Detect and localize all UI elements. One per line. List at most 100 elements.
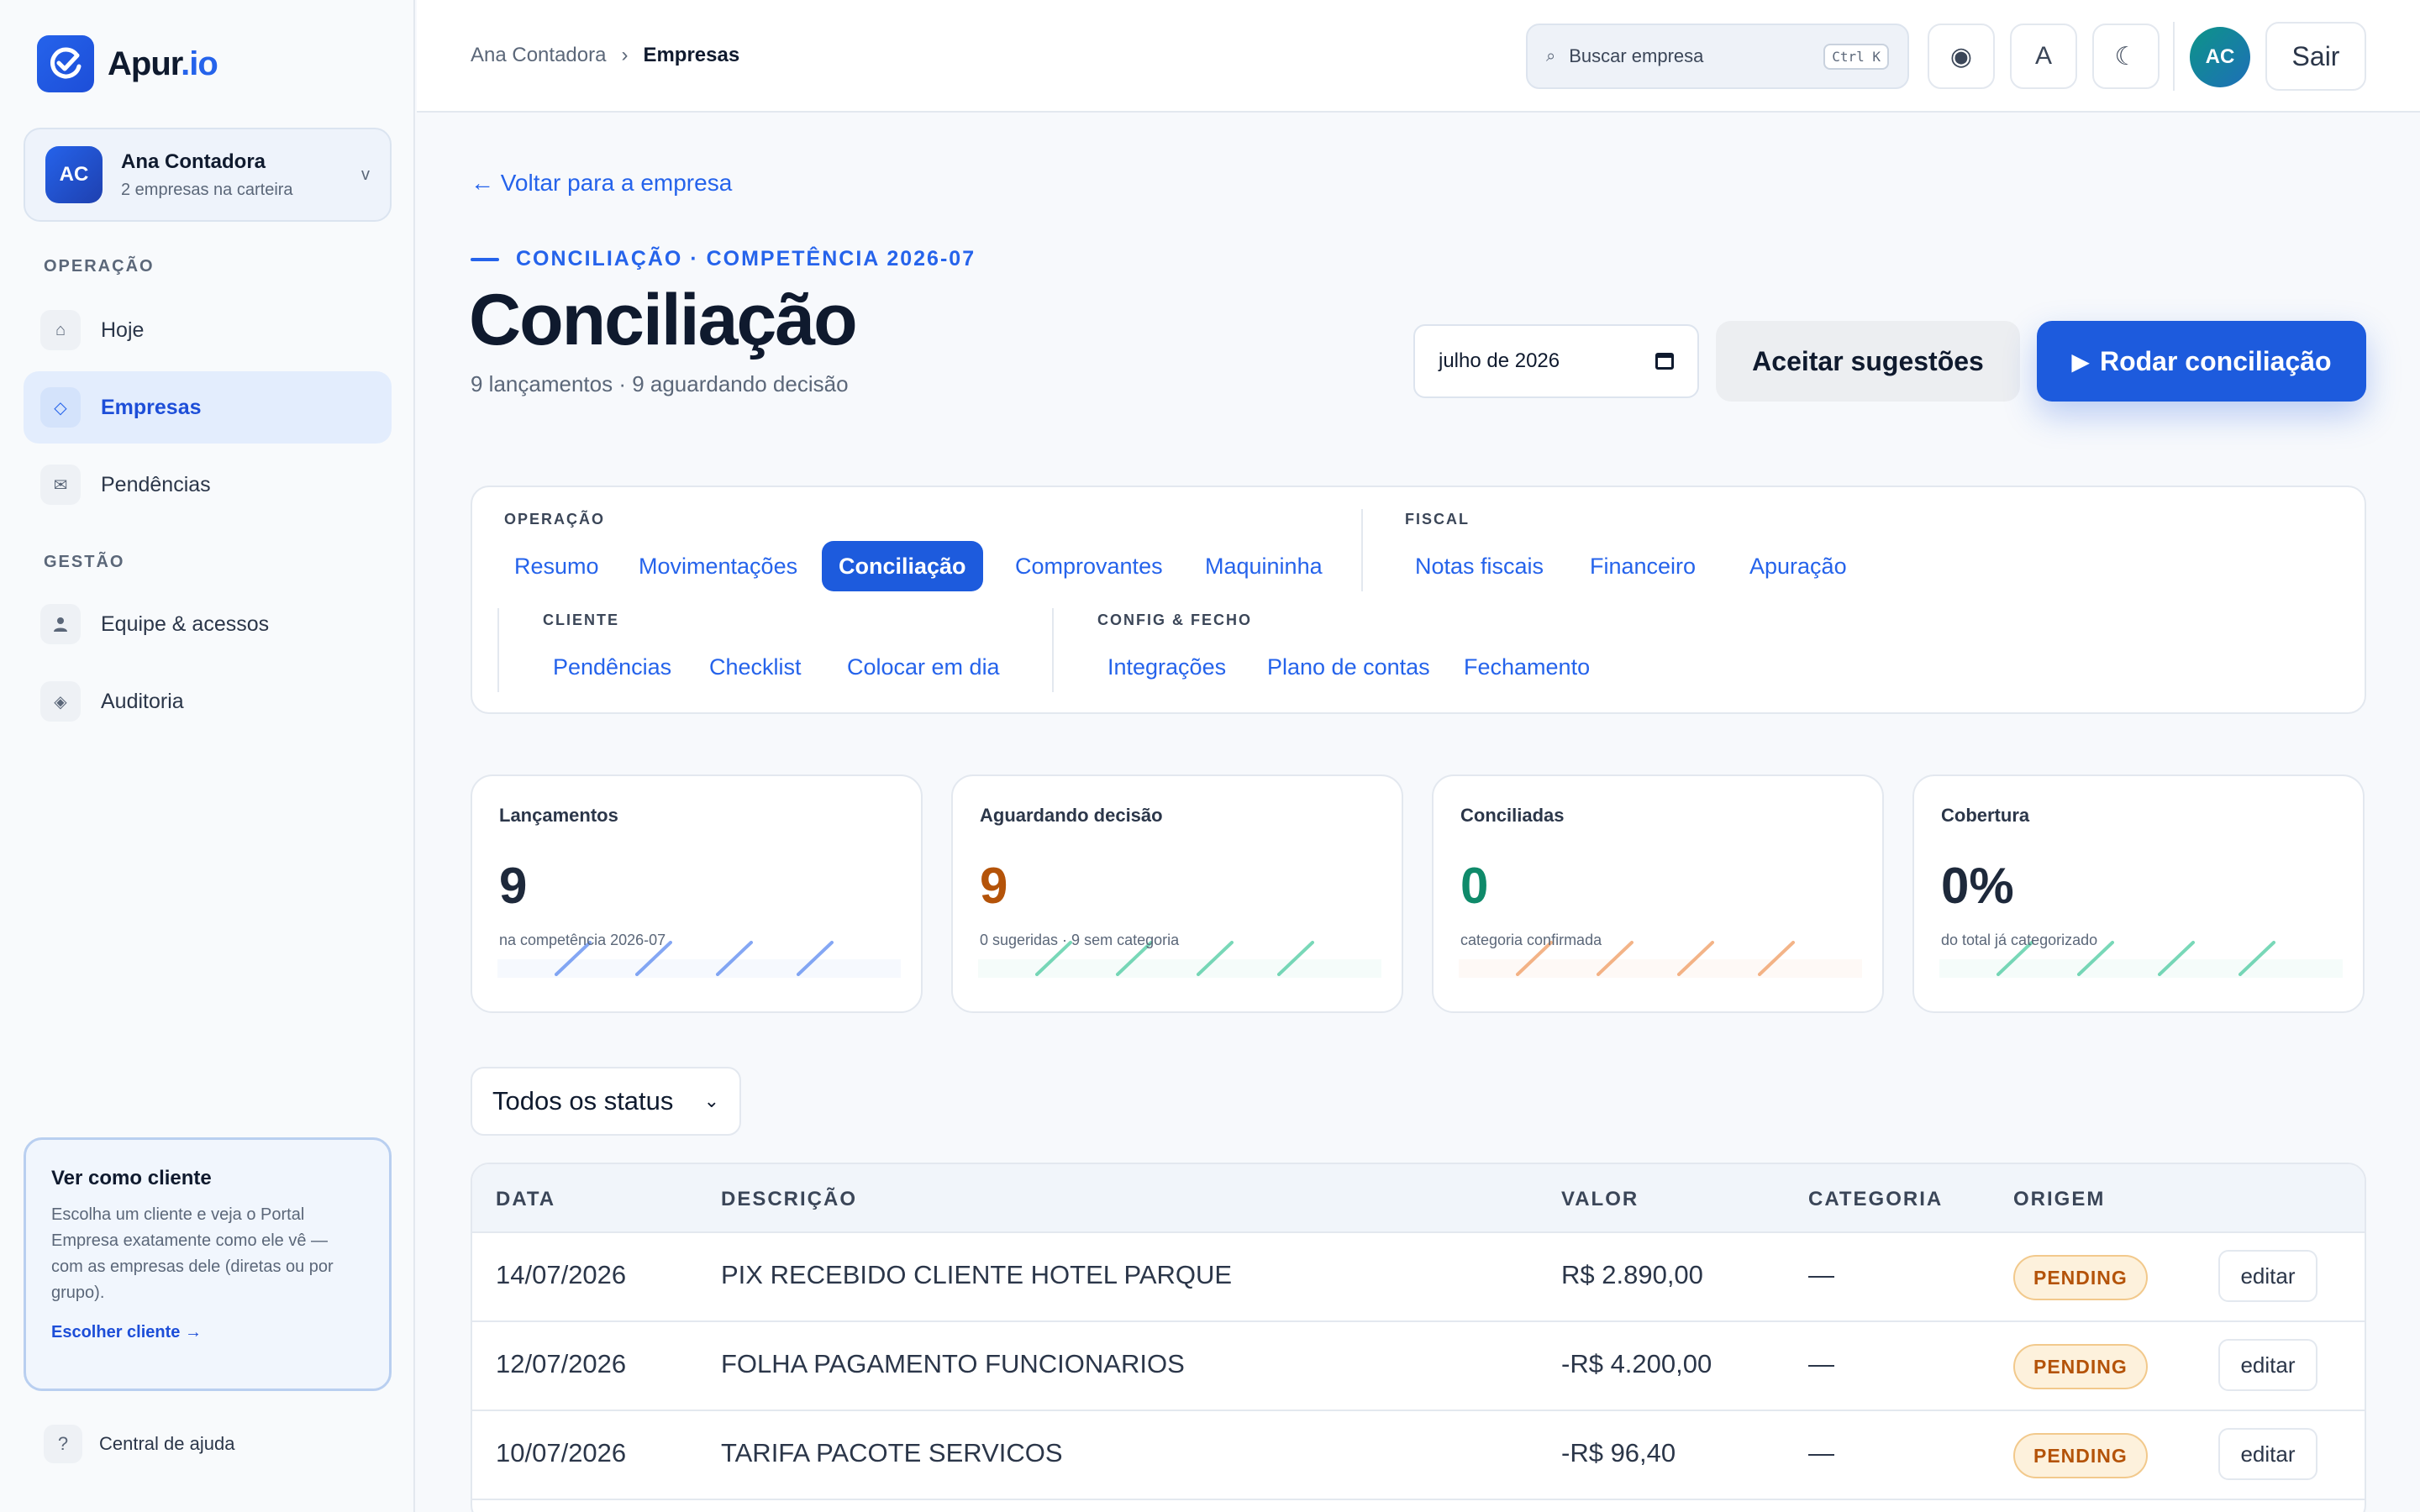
account-avatar: AC [45,146,103,203]
tab-financeiro[interactable]: Financeiro [1573,541,1712,591]
account-switcher[interactable]: AC Ana Contadora 2 empresas na carteira … [24,128,392,222]
column-header-category: CATEGORIA [1808,1188,1944,1210]
cell-value: -R$ 4.200,00 [1561,1349,1712,1378]
status-badge: PENDING [2013,1344,2148,1389]
sidebar-item-auditoria[interactable]: ◈ Auditoria [24,665,392,738]
accept-suggestions-button[interactable]: Aceitar sugestões [1716,321,2020,402]
font-size-button[interactable]: A [2010,24,2077,89]
client-card-description: Escolha um cliente e veja o Portal Empre… [51,1205,334,1302]
nav-section-gestao: GESTÃO [44,553,125,571]
table-row[interactable]: 12/07/2026 FOLHA PAGAMENTO FUNCIONARIOS … [472,1322,2365,1411]
brand-logo[interactable]: Apur.io [37,35,218,92]
kpi-footnote: do total já categorizado [1941,932,2098,948]
edit-button[interactable]: editar [2218,1428,2317,1480]
shortcut-hint: Ctrl K [1823,43,1889,70]
breadcrumb-current: Empresas [643,44,740,66]
cell-description: FOLHA PAGAMENTO FUNCIONARIOS [721,1349,1185,1378]
cell-date: 10/07/2026 [496,1438,627,1467]
status-badge: PENDING [2013,1255,2148,1300]
column-header-date: DATA [496,1188,556,1210]
table-row[interactable]: 14/07/2026 PIX RECEBIDO CLIENTE HOTEL PA… [472,1233,2365,1322]
kpi-label: Lançamentos [499,805,618,826]
tab-checklist[interactable]: Checklist [692,642,818,692]
edit-button[interactable]: editar [2218,1250,2317,1302]
cell-date: 12/07/2026 [496,1349,627,1378]
kpi-label: Conciliadas [1460,805,1565,826]
tab-plano-de-contas[interactable]: Plano de contas [1250,642,1447,692]
back-to-company-link[interactable]: ← Voltar para a empresa [471,170,732,197]
sidebar-item-pendencias[interactable]: ✉ Pendências [24,449,392,521]
kpi-card-lancamentos: Lançamentos 9 na competência 2026-07 [471,774,923,1013]
page-eyebrow: CONCILIAÇÃO · COMPETÊNCIA 2026-07 [471,247,976,271]
status-filter-select[interactable]: Todos os status ⌄ [471,1067,741,1136]
kpi-card-cobertura: Cobertura 0% do total já categorizado [1912,774,2365,1013]
kpi-card-aguardando: Aguardando decisão 9 0 sugeridas · 9 sem… [951,774,1403,1013]
page-subtitle: 9 lançamentos · 9 aguardando decisão [471,371,849,396]
sidebar: Apur.io AC Ana Contadora 2 empresas na c… [0,0,415,1512]
kpi-value: 0 [1460,858,1489,914]
cell-description: TARIFA PACOTE SERVICOS [721,1438,1063,1467]
sidebar-item-label: Pendências [101,472,211,496]
tab-apuracao[interactable]: Apuração [1733,541,1864,591]
search-input[interactable] [1569,45,1824,67]
status-filter-value: Todos os status [492,1086,674,1116]
search-box[interactable]: ⌕ Ctrl K [1526,24,1909,89]
tab-group-fiscal: FISCAL [1405,511,1470,528]
column-header-value: VALOR [1561,1188,1639,1210]
play-icon: ▶ [2071,348,2090,375]
tab-group-operacao: OPERAÇÃO [504,511,606,528]
sidebar-item-equipe[interactable]: Equipe & acessos [24,588,392,660]
focus-mode-button[interactable]: ◉ [1928,24,1995,89]
tab-resumo[interactable]: Resumo [497,541,616,591]
kpi-label: Aguardando decisão [980,805,1163,826]
check-logo-icon [37,35,94,92]
home-icon: ⌂ [40,310,81,350]
tab-pendencias[interactable]: Pendências [536,642,688,692]
logout-button[interactable]: Sair [2265,22,2366,91]
run-reconciliation-label: Rodar conciliação [2099,345,2332,376]
account-subtitle: 2 empresas na carteira [121,180,293,199]
month-picker[interactable]: julho de 2026 [1413,324,1699,398]
choose-client-link[interactable]: Escolher cliente → [51,1323,364,1342]
tab-fechamento[interactable]: Fechamento [1447,642,1607,692]
kpi-value: 9 [980,858,1008,914]
run-reconciliation-button[interactable]: ▶ Rodar conciliação [2037,321,2366,402]
cell-category: — [1808,1438,1834,1467]
nav-section-operacao: OPERAÇÃO [44,257,155,276]
tab-movimentacoes[interactable]: Movimentações [622,541,814,591]
kpi-footnote: 0 sugeridas · 9 sem categoria [980,932,1180,948]
user-icon [40,604,81,644]
view-as-client-card: Ver como cliente Escolha um cliente e ve… [24,1137,392,1391]
sidebar-item-label: Auditoria [101,689,184,713]
tab-colocar-em-dia[interactable]: Colocar em dia [830,642,1017,692]
moon-icon: ☾ [2114,42,2138,71]
tab-maquininha[interactable]: Maquininha [1188,541,1339,591]
sidebar-item-label: Empresas [101,395,202,419]
sidebar-item-label: Equipe & acessos [101,612,270,636]
tab-group-divider [497,608,499,692]
user-avatar[interactable]: AC [2190,27,2250,87]
breadcrumb-root[interactable]: Ana Contadora [471,44,606,67]
tab-comprovantes[interactable]: Comprovantes [998,541,1180,591]
table-row[interactable]: 10/07/2026 TARIFA PACOTE SERVICOS -R$ 96… [472,1411,2365,1500]
theme-toggle-button[interactable]: ☾ [2092,24,2160,89]
tab-group-cliente: CLIENTE [543,612,620,628]
sidebar-item-label: Hoje [101,318,145,342]
breadcrumb: Ana Contadora › Empresas [471,44,739,67]
tab-notas-fiscais[interactable]: Notas fiscais [1398,541,1560,591]
tab-group-divider [1052,608,1054,692]
cell-category: — [1808,1260,1834,1289]
kpi-card-conciliadas: Conciliadas 0 categoria confirmada [1432,774,1884,1013]
topbar-divider [2173,22,2175,91]
search-icon: ⌕ [1546,46,1556,66]
tab-conciliacao[interactable]: Conciliação [822,541,983,591]
transactions-table: DATA DESCRIÇÃO VALOR CATEGORIA ORIGEM 14… [471,1163,2366,1512]
cell-value: -R$ 96,40 [1561,1438,1676,1467]
edit-button[interactable]: editar [2218,1339,2317,1391]
sidebar-item-hoje[interactable]: ⌂ Hoje [24,294,392,366]
status-badge: PENDING [2013,1433,2148,1478]
account-name: Ana Contadora [121,150,266,173]
tab-integracoes[interactable]: Integrações [1091,642,1243,692]
help-center-link[interactable]: ? Central de ajuda [44,1425,234,1463]
sidebar-item-empresas[interactable]: ◇ Empresas [24,371,392,444]
